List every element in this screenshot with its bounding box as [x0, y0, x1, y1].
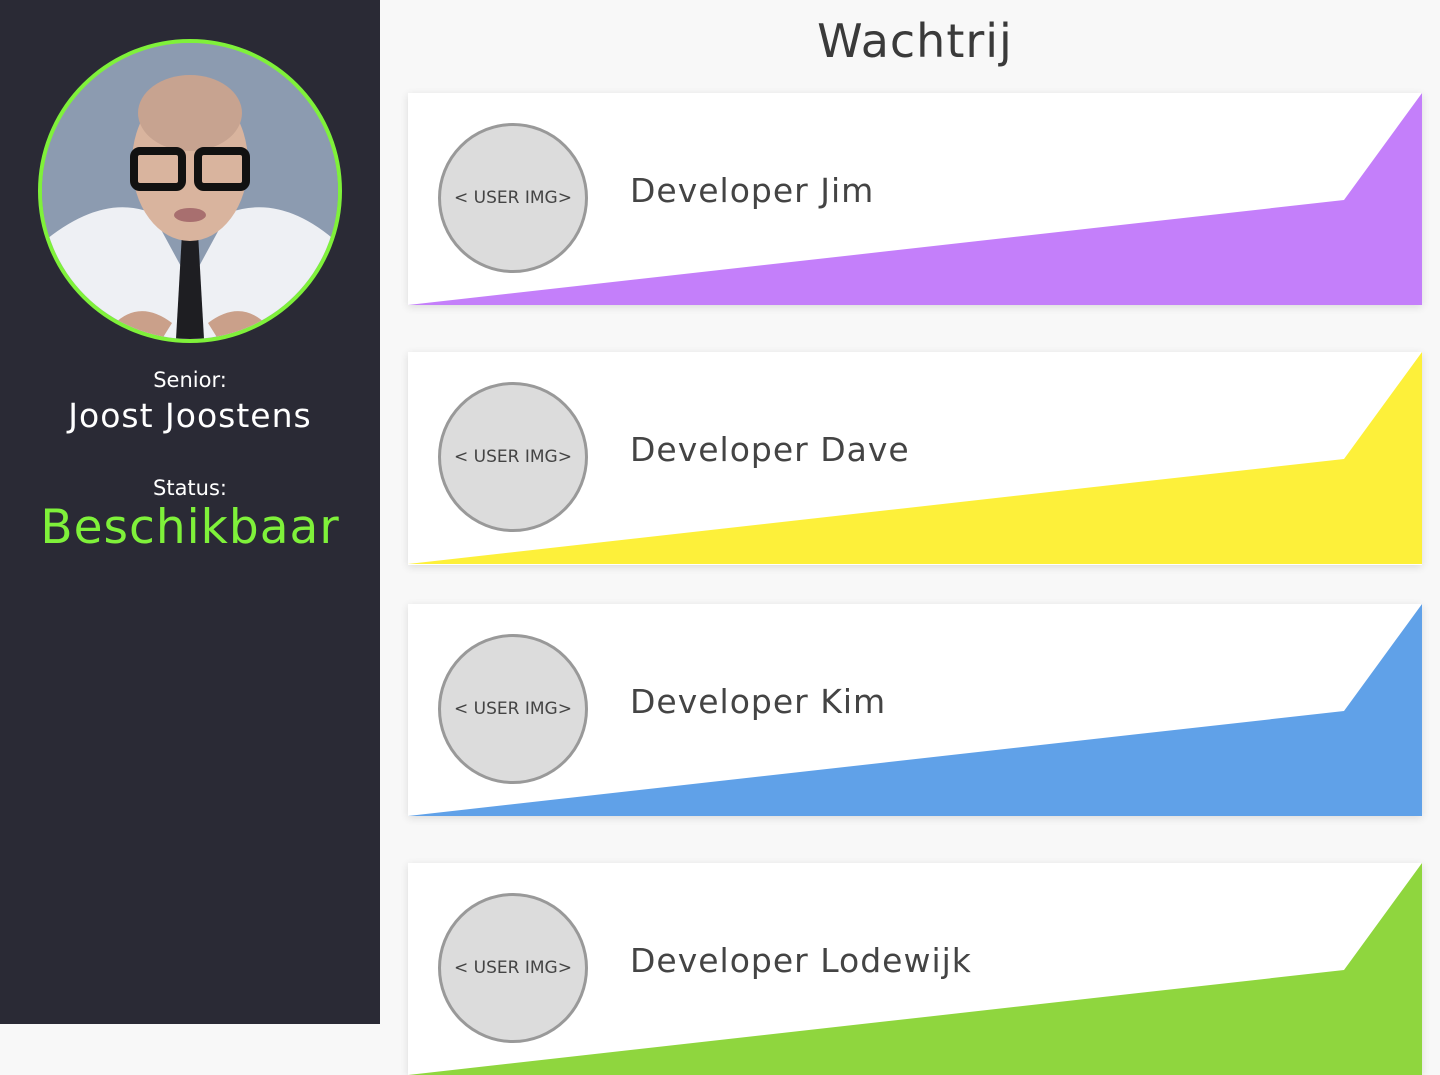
queue-item[interactable]: < USER IMG> Developer Jim — [408, 93, 1422, 305]
page-title: Wachtrij — [817, 14, 1013, 68]
queue-item[interactable]: < USER IMG> Developer Lodewijk — [408, 863, 1422, 1075]
developer-name: Developer Jim — [630, 171, 875, 210]
senior-name: Joost Joostens — [68, 396, 312, 435]
queue-item[interactable]: < USER IMG> Developer Kim — [408, 604, 1422, 816]
sidebar: Senior: Joost Joostens Status: Beschikba… — [0, 0, 380, 1024]
user-avatar-placeholder: < USER IMG> — [438, 634, 588, 784]
user-avatar-placeholder: < USER IMG> — [438, 123, 588, 273]
senior-avatar — [38, 39, 342, 343]
developer-name: Developer Lodewijk — [630, 941, 972, 980]
user-avatar-placeholder: < USER IMG> — [438, 382, 588, 532]
developer-name: Developer Dave — [630, 430, 910, 469]
status-label: Status: — [153, 476, 227, 500]
user-avatar-placeholder: < USER IMG> — [438, 893, 588, 1043]
senior-label: Senior: — [153, 368, 227, 392]
status-value: Beschikbaar — [40, 500, 340, 555]
developer-name: Developer Kim — [630, 682, 887, 721]
queue-item[interactable]: < USER IMG> Developer Dave — [408, 352, 1422, 565]
